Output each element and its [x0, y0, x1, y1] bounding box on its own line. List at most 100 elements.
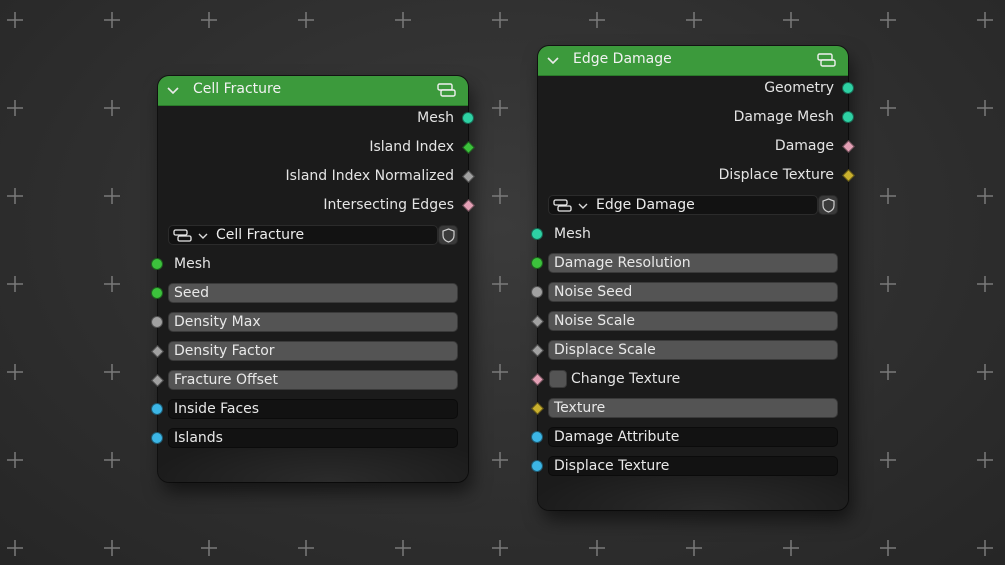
grid-cross	[880, 364, 896, 380]
grid-cross	[880, 452, 896, 468]
grid-cross	[589, 12, 605, 28]
grid-cross	[977, 452, 993, 468]
chevron-down-icon	[198, 233, 208, 239]
grid-cross	[492, 100, 508, 116]
change-texture-checkbox[interactable]	[549, 370, 567, 388]
grid-cross	[492, 188, 508, 204]
grid-cross	[298, 12, 314, 28]
grid-cross	[395, 540, 411, 556]
shield-icon	[822, 198, 835, 213]
grid-cross	[7, 452, 23, 468]
grid-cross	[201, 540, 217, 556]
node-group-icon	[173, 229, 192, 242]
grid-cross	[783, 540, 799, 556]
field-label: Texture	[554, 400, 606, 416]
grid-cross	[201, 12, 217, 28]
output-mesh: Mesh	[417, 110, 454, 126]
grid-cross	[880, 12, 896, 28]
grid-cross	[104, 364, 120, 380]
inside-faces-field[interactable]: Inside Faces	[168, 399, 458, 419]
socket-input-damage-resolution[interactable]	[531, 257, 543, 269]
socket-input-noise-seed[interactable]	[531, 286, 543, 298]
node-group-icon[interactable]	[436, 82, 456, 98]
node-header[interactable]: Edge Damage	[538, 46, 848, 76]
field-label: Fracture Offset	[174, 372, 279, 388]
texture-field[interactable]: Texture	[548, 398, 838, 418]
socket-output-mesh[interactable]	[462, 112, 474, 124]
node-group-icon	[553, 199, 572, 212]
socket-input-islands[interactable]	[151, 432, 163, 444]
socket-input-damage-attribute[interactable]	[531, 431, 543, 443]
grid-cross	[880, 188, 896, 204]
output-displace-texture: Displace Texture	[718, 167, 834, 183]
grid-cross	[7, 100, 23, 116]
grid-cross	[104, 100, 120, 116]
collapse-chevron-icon[interactable]	[546, 53, 560, 67]
density-max-field[interactable]: Density Max	[168, 312, 458, 332]
grid-cross	[492, 540, 508, 556]
displace-scale-field[interactable]: Displace Scale	[548, 340, 838, 360]
socket-input-density-max[interactable]	[151, 316, 163, 328]
canvas-grid	[7, 12, 993, 556]
socket-input-mesh[interactable]	[151, 258, 163, 270]
grid-cross	[7, 12, 23, 28]
noise-scale-field[interactable]: Noise Scale	[548, 311, 838, 331]
output-damage-mesh: Damage Mesh	[733, 109, 834, 125]
grid-cross	[492, 276, 508, 292]
grid-cross	[104, 12, 120, 28]
node-cell-fracture[interactable]: Cell Fracture	[158, 76, 468, 482]
field-label: Inside Faces	[174, 401, 260, 417]
socket-output-damage-mesh[interactable]	[842, 111, 854, 123]
node-group-icon[interactable]	[816, 52, 836, 68]
grid-cross	[686, 12, 702, 28]
node-header[interactable]: Cell Fracture	[158, 76, 468, 106]
grid-cross	[7, 276, 23, 292]
field-label: Noise Seed	[554, 284, 633, 300]
density-factor-field[interactable]: Density Factor	[168, 341, 458, 361]
fake-user-button[interactable]	[818, 195, 838, 215]
grid-cross	[298, 540, 314, 556]
fracture-offset-field[interactable]: Fracture Offset	[168, 370, 458, 390]
field-label: Displace Scale	[554, 342, 656, 358]
field-label: Density Factor	[174, 343, 275, 359]
socket-input-mesh[interactable]	[531, 228, 543, 240]
socket-input-seed[interactable]	[151, 287, 163, 299]
collapse-chevron-icon[interactable]	[166, 83, 180, 97]
grid-cross	[977, 12, 993, 28]
selector-value: Edge Damage	[596, 197, 695, 213]
grid-cross	[783, 12, 799, 28]
damage-resolution-field[interactable]: Damage Resolution	[548, 253, 838, 273]
grid-cross	[880, 276, 896, 292]
grid-cross	[977, 540, 993, 556]
grid-cross	[880, 540, 896, 556]
output-island-index-normalized: Island Index Normalized	[285, 168, 455, 184]
grid-cross	[104, 540, 120, 556]
islands-field[interactable]: Islands	[168, 428, 458, 448]
node-group-selector[interactable]: Cell Fracture	[168, 225, 438, 245]
displace-texture-field[interactable]: Displace Texture	[548, 456, 838, 476]
socket-output-geometry[interactable]	[842, 82, 854, 94]
grid-cross	[395, 12, 411, 28]
grid-cross	[104, 276, 120, 292]
selector-value: Cell Fracture	[216, 227, 305, 243]
socket-input-inside-faces[interactable]	[151, 403, 163, 415]
field-label: Noise Scale	[554, 313, 635, 329]
node-group-selector[interactable]: Edge Damage	[548, 195, 818, 215]
grid-cross	[589, 540, 605, 556]
grid-cross	[7, 540, 23, 556]
output-intersecting-edges: Intersecting Edges	[323, 197, 454, 213]
grid-cross	[7, 364, 23, 380]
node-title: Edge Damage	[573, 51, 672, 67]
fake-user-button[interactable]	[438, 225, 458, 245]
grid-cross	[7, 188, 23, 204]
field-label: Density Max	[174, 314, 261, 330]
chevron-down-icon	[578, 203, 588, 209]
noise-seed-field[interactable]: Noise Seed	[548, 282, 838, 302]
damage-attribute-field[interactable]: Damage Attribute	[548, 427, 838, 447]
output-island-index: Island Index	[369, 139, 454, 155]
socket-input-displace-texture[interactable]	[531, 460, 543, 472]
grid-cross	[492, 12, 508, 28]
input-change-texture: Change Texture	[571, 371, 681, 387]
grid-cross	[104, 452, 120, 468]
seed-field[interactable]: Seed	[168, 283, 458, 303]
